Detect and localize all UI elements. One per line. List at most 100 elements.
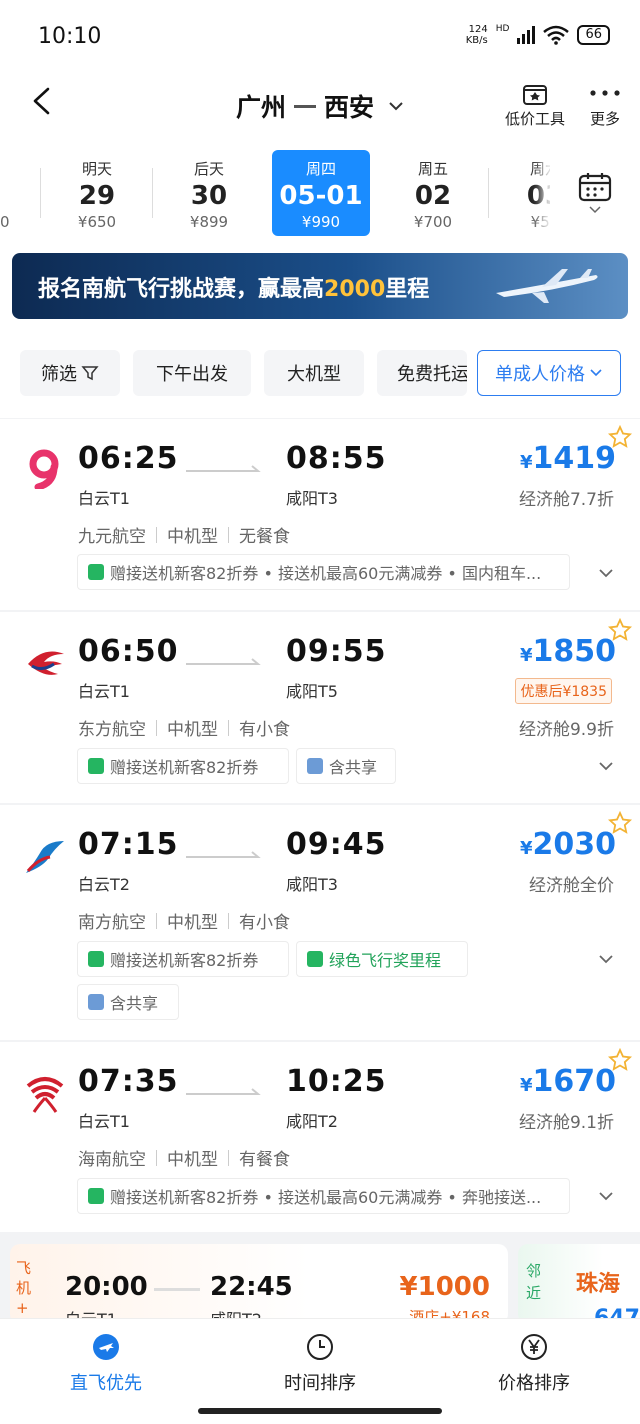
arrival-time: 09:55: [286, 634, 387, 669]
date-item[interactable]: 周五 02 ¥700: [384, 150, 482, 236]
calendar-button[interactable]: [550, 140, 640, 245]
flight-card[interactable]: 07:15 09:45 白云T2 咸阳T3 ¥2030 经济舱全价 南方航空 中机…: [0, 805, 640, 1040]
more-button[interactable]: 更多: [580, 78, 630, 129]
wifi-icon: [543, 25, 570, 45]
discount-badge: 优惠后¥1835: [515, 678, 612, 704]
plane-icon: [307, 758, 323, 774]
more-label: 更多: [589, 110, 620, 128]
thumbs-up-icon: [88, 758, 104, 774]
clock-icon: [307, 1334, 333, 1360]
chevron-down-icon[interactable]: [598, 953, 614, 965]
flight-price: ¥2030: [519, 827, 616, 862]
filter-icon: [81, 366, 99, 381]
battery-icon: 66: [577, 25, 610, 45]
status-icons: 124 KB/s HD 66: [466, 24, 610, 46]
flight-card[interactable]: 06:50 09:55 白云T1 咸阳T5 ¥1850 优惠后¥1835 经济舱…: [0, 612, 640, 803]
flight-price: ¥1850: [519, 634, 616, 669]
flight-meta: 海南航空 中机型 有餐食: [78, 1149, 290, 1170]
cabin-class: 经济舱9.1折: [518, 1113, 614, 1133]
flight-price: ¥1670: [519, 1064, 616, 1099]
promo-banner[interactable]: 报名南航飞行挑战赛，赢最高2000里程: [12, 253, 628, 319]
chevron-down-icon: [389, 102, 403, 111]
arrival-airport: 咸阳T5: [286, 682, 338, 701]
arrival-airport: 咸阳T2: [286, 1112, 338, 1131]
store-icon: [523, 85, 547, 105]
flight-card[interactable]: 07:35 10:25 白云T1 咸阳T2 ¥1670 经济舱9.1折 海南航空…: [0, 1042, 640, 1232]
leaf-icon: [307, 951, 323, 967]
arrival-airport: 咸阳T3: [286, 489, 338, 508]
9-air-logo: [29, 449, 59, 489]
promo-tag: 赠接送机新客82折券 • 接送机最高60元满减券 • 国内租车...: [77, 554, 570, 590]
filter-afternoon-chip[interactable]: 下午出发: [133, 350, 251, 396]
low-price-tool-label: 低价工具: [504, 110, 565, 128]
thumbs-up-icon: [88, 564, 104, 580]
departure-time: 07:15: [78, 827, 179, 862]
origin-city: 广州: [235, 93, 286, 122]
thumbs-up-icon: [88, 1188, 104, 1204]
calendar-icon: [578, 172, 612, 201]
chevron-down-icon: [589, 205, 601, 213]
codeshare-tag: 含共享: [296, 748, 396, 784]
nav-label: 价格排序: [498, 1373, 570, 1394]
flight-arrow: [186, 658, 261, 665]
arrival-airport: 咸阳T3: [286, 875, 338, 894]
hainan-airlines-logo: [26, 1077, 64, 1113]
flight-arrow: [186, 465, 261, 472]
filter-free-baggage-chip[interactable]: 免费托运: [377, 350, 467, 396]
cabin-class: 经济舱全价: [529, 876, 614, 896]
codeshare-tag: 含共享: [77, 984, 179, 1020]
flight-meta: 南方航空 中机型 有小食: [78, 912, 290, 933]
departure-time: 06:25: [78, 441, 179, 476]
banner-text: 报名南航飞行挑战赛，赢最高2000里程: [38, 277, 430, 302]
date-item[interactable]: 明天 29 ¥650: [48, 150, 146, 236]
nearby-airport-card[interactable]: 邻近 珠海 647: [518, 1244, 640, 1324]
promo-label: 飞机+: [16, 1259, 32, 1317]
promo-tag: 赠接送机新客82折券: [77, 941, 289, 977]
date-strip: 0 明天 29 ¥650 后天 30 ¥899 周四 05-01 ¥990 周五 02 ¥700…: [0, 140, 640, 245]
flight-price: ¥1419: [519, 441, 616, 476]
adult-price-dropdown[interactable]: 单成人价格: [477, 350, 621, 396]
departure-airport: 白云T1: [78, 682, 130, 701]
nav-time-sort[interactable]: 时间排序: [250, 1329, 390, 1395]
chevron-down-icon[interactable]: [598, 567, 614, 579]
departure-airport: 白云T1: [78, 489, 130, 508]
promo-arrival-time: 22:45: [210, 1272, 293, 1302]
promo-tag: 赠接送机新客82折券 • 接送机最高60元满减券 • 奔驰接送...: [77, 1178, 570, 1214]
banner-section: 报名南航飞行挑战赛，赢最高2000里程: [0, 245, 640, 332]
status-bar: 10:10 124 KB/s HD 66: [0, 0, 640, 70]
network-speed: 124 KB/s: [465, 24, 488, 46]
promo-departure-time: 20:00: [65, 1272, 148, 1302]
departure-time: 07:35: [78, 1064, 179, 1099]
signal-icon: [517, 26, 536, 44]
header: 广州 西安 低价工具 更多: [0, 70, 640, 140]
arrival-time: 10:25: [286, 1064, 387, 1099]
plane-icon: [93, 1334, 119, 1360]
nav-price-sort[interactable]: 价格排序: [464, 1329, 604, 1395]
home-indicator[interactable]: [198, 1408, 442, 1414]
filter-large-plane-chip[interactable]: 大机型: [264, 350, 364, 396]
flight-hotel-promo-card[interactable]: 飞机+ 20:00 22:45 ¥1000 白云T1 咸阳T2 酒店+¥168: [10, 1244, 508, 1324]
route-dash: [294, 104, 316, 108]
chevron-down-icon[interactable]: [598, 1190, 614, 1202]
nav-direct-first[interactable]: 直飞优先: [36, 1329, 176, 1395]
departure-airport: 白云T1: [78, 1112, 130, 1131]
nearby-label: 邻近: [526, 1262, 542, 1302]
chevron-down-icon[interactable]: [598, 760, 614, 772]
nav-label: 直飞优先: [70, 1373, 142, 1394]
nearby-city: 珠海: [576, 1272, 621, 1297]
arrival-time: 09:45: [286, 827, 387, 862]
thumbs-up-icon: [88, 951, 104, 967]
filter-bar: 筛选 下午出发 大机型 免费托运 单成人价格: [0, 332, 640, 418]
hd-label: HD: [495, 24, 510, 34]
flight-arrow: [186, 1088, 261, 1095]
more-icon: [590, 90, 620, 96]
filter-button[interactable]: 筛选: [20, 350, 120, 396]
flight-meta: 东方航空 中机型 有小食: [78, 719, 290, 740]
low-price-tool-button[interactable]: 低价工具: [500, 78, 570, 129]
green-flight-tag: 绿色飞行奖里程: [296, 941, 468, 977]
flight-card[interactable]: 06:25 08:55 白云T1 咸阳T3 ¥1419 经济舱7.7折 九元航空…: [0, 419, 640, 610]
date-item[interactable]: 后天 30 ¥899: [160, 150, 258, 236]
departure-time: 06:50: [78, 634, 179, 669]
date-item-selected[interactable]: 周四 05-01 ¥990: [272, 150, 370, 236]
flight-meta: 九元航空 中机型 无餐食: [78, 526, 290, 547]
